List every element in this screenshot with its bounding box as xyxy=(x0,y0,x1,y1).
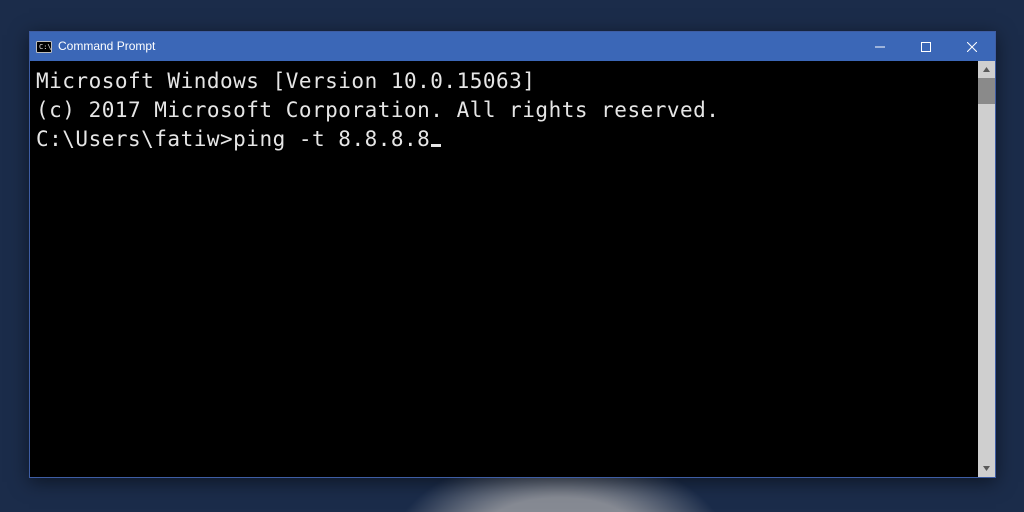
desktop-background: C:\ Command Prompt xyxy=(0,0,1024,512)
window-title: Command Prompt xyxy=(58,32,155,61)
scrollbar-thumb[interactable] xyxy=(978,78,995,104)
typed-command: ping -t 8.8.8.8 xyxy=(233,127,430,151)
scroll-up-button[interactable] xyxy=(978,61,995,78)
command-prompt-window: C:\ Command Prompt xyxy=(29,31,996,478)
prompt-path: C:\Users\fatiw> xyxy=(36,127,233,151)
console-line: Microsoft Windows [Version 10.0.15063] xyxy=(36,67,976,96)
console-prompt-line: C:\Users\fatiw>ping -t 8.8.8.8 xyxy=(36,125,976,154)
console-line: (c) 2017 Microsoft Corporation. All righ… xyxy=(36,96,976,125)
console-output[interactable]: Microsoft Windows [Version 10.0.15063](c… xyxy=(30,61,978,477)
titlebar[interactable]: C:\ Command Prompt xyxy=(30,32,995,61)
window-client-area: Microsoft Windows [Version 10.0.15063](c… xyxy=(30,61,995,477)
maximize-button[interactable] xyxy=(903,32,949,61)
close-button[interactable] xyxy=(949,32,995,61)
text-cursor xyxy=(431,144,441,147)
minimize-button[interactable] xyxy=(857,32,903,61)
scrollbar-track[interactable] xyxy=(978,78,995,460)
scroll-down-button[interactable] xyxy=(978,460,995,477)
window-controls xyxy=(857,32,995,61)
vertical-scrollbar[interactable] xyxy=(978,61,995,477)
command-prompt-icon: C:\ xyxy=(36,39,52,55)
svg-text:C:\: C:\ xyxy=(39,43,52,51)
